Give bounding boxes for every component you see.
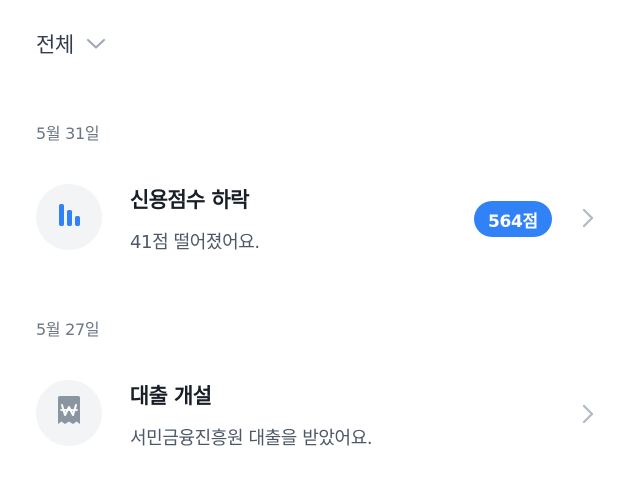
date-header: 5월 31일 — [36, 124, 100, 143]
score-badge: 564점 — [474, 201, 552, 237]
item-title: 신용점수 하락 — [130, 188, 250, 212]
item-title: 대출 개설 — [130, 384, 212, 408]
avatar — [36, 184, 102, 250]
chevron-right-icon — [582, 404, 594, 424]
list-item-credit-score-drop[interactable]: 신용점수 하락 41점 떨어졌어요. 564점 — [0, 170, 640, 266]
item-subtitle: 41점 떨어졌어요. — [130, 232, 260, 253]
date-header: 5월 27일 — [36, 320, 100, 339]
chevron-down-icon — [86, 38, 106, 50]
filter-label: 전체 — [36, 33, 74, 57]
notification-history-page: 전체 5월 31일 신용점수 하락 41점 떨어졌어요. 564점 5월 27일… — [0, 0, 640, 480]
won-receipt-icon — [54, 395, 84, 431]
bar-chart-icon — [55, 201, 83, 233]
avatar — [36, 380, 102, 446]
list-item-loan-opened[interactable]: 대출 개설 서민금융진흥원 대출을 받았어요. — [0, 366, 640, 462]
filter-dropdown[interactable]: 전체 — [36, 24, 106, 64]
chevron-right-icon — [582, 208, 594, 228]
item-subtitle: 서민금융진흥원 대출을 받았어요. — [130, 428, 373, 449]
